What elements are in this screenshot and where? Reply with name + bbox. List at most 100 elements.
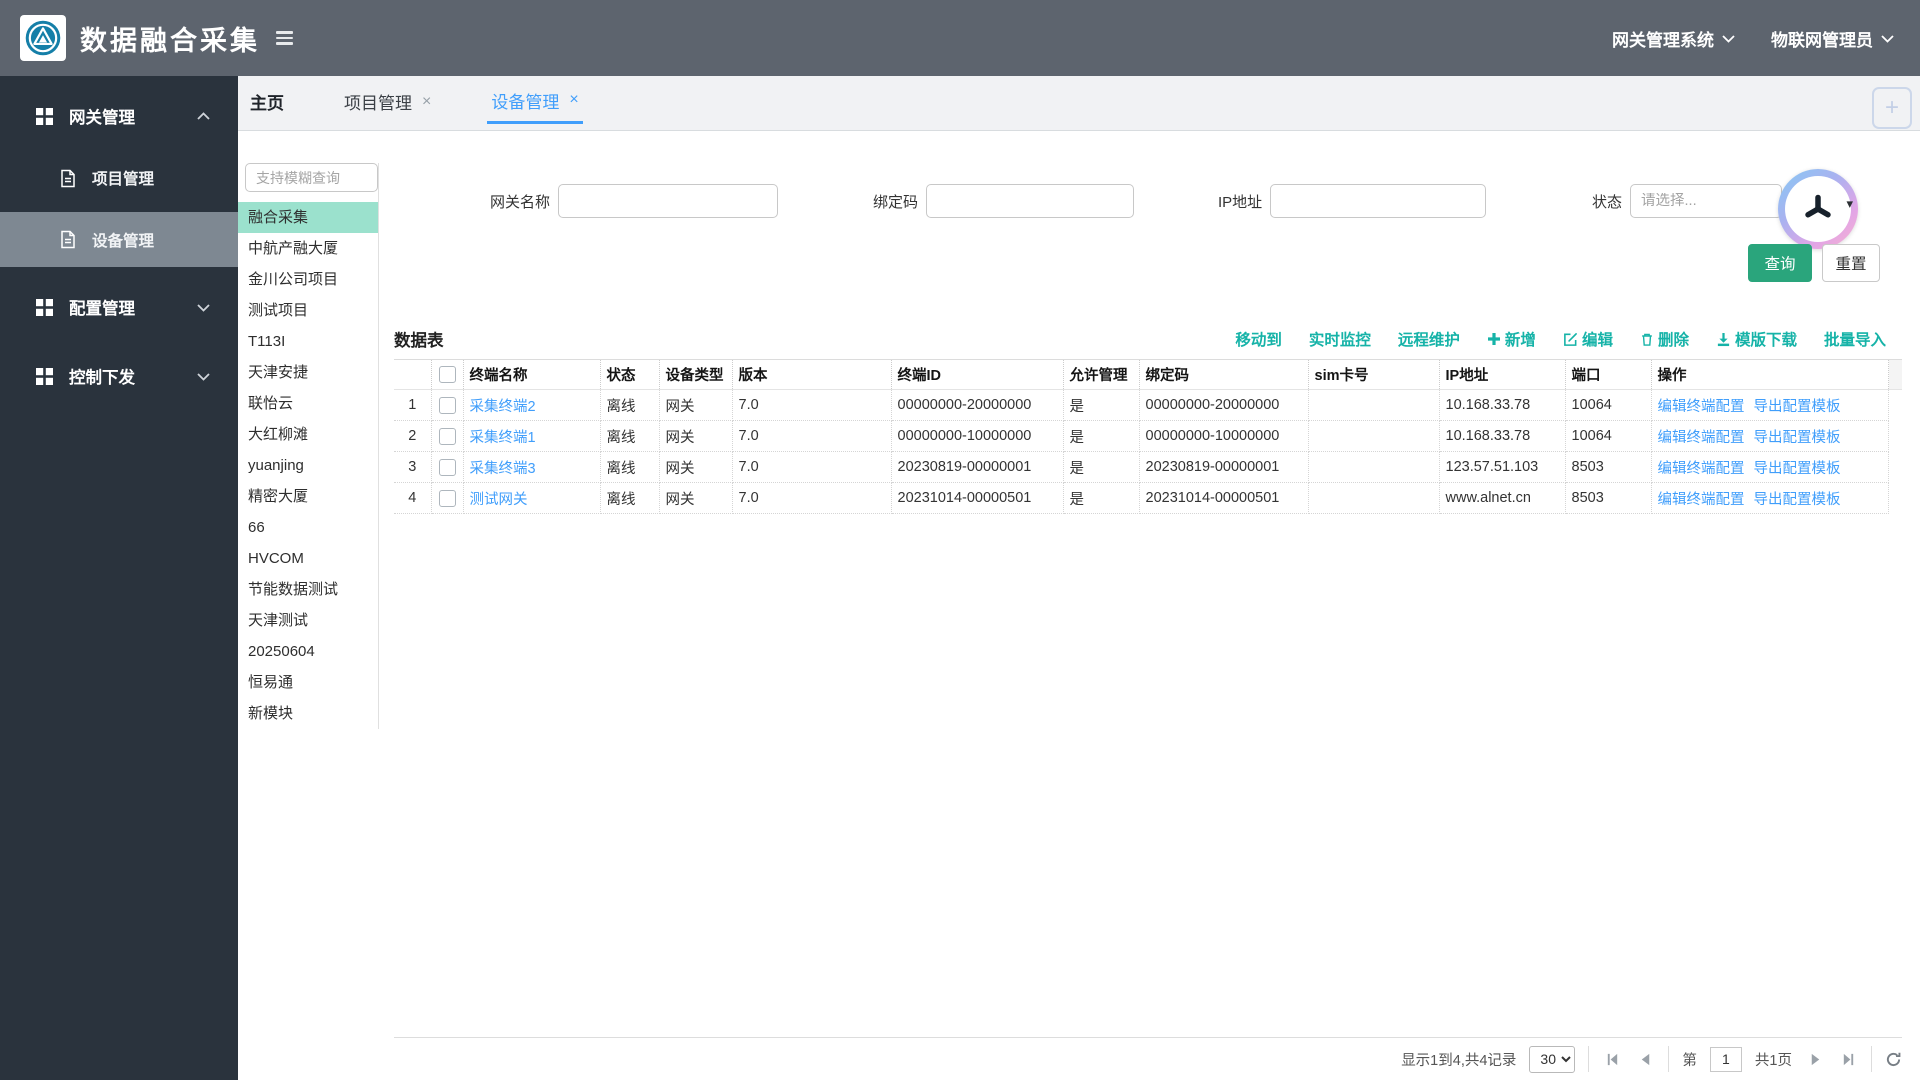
row-checkbox[interactable] — [438, 458, 456, 476]
project-list-item[interactable]: 20250604 — [238, 636, 378, 667]
cell-name: 采集终端1 — [463, 420, 601, 452]
tab-bar: 主页 项目管理 × 设备管理 × + — [238, 76, 1920, 131]
terminal-name-link[interactable]: 采集终端3 — [470, 461, 536, 477]
grid-toolbar: 移动到 实时监控 远程维护 新增 编辑 删除 模版下载 批量导入 — [1235, 328, 1886, 350]
sidebar-item-project-mgmt[interactable]: 项目管理 — [0, 158, 238, 198]
terminal-name-link[interactable]: 采集终端1 — [470, 430, 536, 446]
sidebar-item-gateway-mgmt[interactable]: 网关管理 — [0, 94, 238, 138]
bind-code-input[interactable] — [926, 184, 1135, 218]
project-list-item[interactable]: 新模块 — [238, 698, 378, 729]
page-number-input[interactable] — [1709, 1046, 1742, 1072]
export-config-template-link[interactable]: 导出配置模板 — [1754, 492, 1841, 508]
add-tab-button[interactable]: + — [1872, 87, 1912, 129]
extension-widget[interactable]: ▾ — [1778, 169, 1858, 249]
project-list-item[interactable]: 节能数据测试 — [238, 574, 378, 605]
page-size-select[interactable]: 30 — [1529, 1045, 1576, 1073]
grid-toolbar-button[interactable]: 远程维护 — [1398, 328, 1460, 350]
chevron-down-icon: ▾ — [1846, 196, 1853, 211]
project-list-item[interactable]: HVCOM — [238, 543, 378, 574]
grid-toolbar-button[interactable]: 编辑 — [1563, 328, 1613, 350]
project-search-input[interactable] — [245, 163, 378, 192]
status-select[interactable]: 请选择... — [1630, 184, 1783, 218]
edit-terminal-config-link[interactable]: 编辑终端配置 — [1658, 461, 1745, 477]
cell-num: 3 — [394, 451, 432, 483]
next-page-button[interactable] — [1805, 1046, 1825, 1072]
grid-toolbar-button[interactable]: 删除 — [1640, 328, 1689, 350]
trash-icon — [1642, 333, 1652, 346]
cell-actions: 编辑终端配置 导出配置模板 — [1651, 482, 1889, 514]
export-config-template-link[interactable]: 导出配置模板 — [1754, 430, 1841, 446]
user-dropdown[interactable]: 物联网管理员 — [1771, 26, 1894, 51]
project-list-item[interactable]: 测试项目 — [238, 295, 378, 326]
cell-ip: www.alnet.cn — [1439, 482, 1566, 514]
data-table: 终端名称 状态 设备类型 版本 终端ID 允许管理 绑定码 sim卡号 IP地址 端口 操作 1 采集终… — [394, 359, 1902, 514]
grid-toolbar-button[interactable]: 实时监控 — [1309, 328, 1371, 350]
grid-toolbar-button[interactable]: 移动到 — [1235, 328, 1282, 350]
select-all-checkbox[interactable] — [438, 366, 456, 383]
sidebar-item-control-dispatch[interactable]: 控制下发 — [0, 354, 238, 398]
status-label: 状态 — [1592, 193, 1623, 211]
cell-terminal_id: 20230819-00000001 — [891, 451, 1064, 483]
sidebar-item-config-mgmt[interactable]: 配置管理 — [0, 285, 238, 329]
prev-page-button[interactable] — [1635, 1046, 1655, 1072]
tab-device-mgmt[interactable]: 设备管理 × — [487, 79, 583, 124]
row-filler — [1888, 390, 1902, 421]
project-list-item[interactable]: 66 — [238, 512, 378, 543]
column-header-ip: IP地址 — [1439, 359, 1566, 390]
filter-bind-code: 绑定码 — [873, 184, 1135, 218]
cell-ip: 10.168.33.78 — [1439, 420, 1566, 452]
divider — [1668, 1046, 1670, 1072]
close-icon[interactable]: × — [569, 92, 578, 108]
edit-terminal-config-link[interactable]: 编辑终端配置 — [1658, 430, 1745, 446]
project-list-item[interactable]: 天津安捷 — [238, 357, 378, 388]
row-checkbox[interactable] — [438, 427, 456, 445]
menu-toggle-icon[interactable] — [276, 31, 293, 45]
tab-project-mgmt[interactable]: 项目管理 × — [340, 79, 435, 124]
chevron-down-icon — [197, 372, 210, 381]
cell-actions: 编辑终端配置 导出配置模板 — [1651, 420, 1889, 452]
system-dropdown[interactable]: 网关管理系统 — [1612, 26, 1735, 51]
column-header-status: 状态 — [600, 359, 660, 390]
edit-terminal-config-link[interactable]: 编辑终端配置 — [1658, 492, 1745, 508]
export-config-template-link[interactable]: 导出配置模板 — [1754, 399, 1841, 415]
project-list-item[interactable]: 大红柳滩 — [238, 419, 378, 450]
project-list-item[interactable]: 天津测试 — [238, 605, 378, 636]
project-list-item[interactable]: T113I — [238, 326, 378, 357]
grid-icon — [36, 367, 53, 385]
sidebar-item-device-mgmt[interactable]: 设备管理 — [0, 212, 238, 267]
row-checkbox[interactable] — [438, 396, 456, 414]
ip-input[interactable] — [1270, 184, 1487, 218]
project-list-item[interactable]: 中航产融大厦 — [238, 233, 378, 264]
terminal-name-link[interactable]: 测试网关 — [470, 492, 528, 508]
cell-name: 采集终端3 — [463, 451, 601, 483]
grid-toolbar-button[interactable]: 新增 — [1487, 328, 1536, 350]
grid-toolbar-button[interactable]: 批量导入 — [1824, 328, 1886, 350]
row-checkbox[interactable] — [438, 489, 456, 507]
cell-version: 7.0 — [732, 451, 892, 483]
close-icon[interactable]: × — [422, 93, 431, 110]
page-total: 共1页 — [1754, 1052, 1792, 1069]
reset-button[interactable]: 重置 — [1822, 244, 1880, 282]
edit-terminal-config-link[interactable]: 编辑终端配置 — [1658, 399, 1745, 415]
cell-sim — [1308, 451, 1440, 483]
project-list-item[interactable]: 融合采集 — [238, 202, 378, 233]
cell-num: 4 — [394, 482, 432, 514]
column-header-port: 端口 — [1565, 359, 1652, 390]
cell-type: 网关 — [659, 420, 733, 452]
refresh-button[interactable] — [1885, 1051, 1902, 1068]
last-page-button[interactable] — [1838, 1046, 1858, 1072]
first-page-button[interactable] — [1602, 1046, 1622, 1072]
cell-type: 网关 — [659, 451, 733, 483]
query-button[interactable]: 查询 — [1748, 244, 1812, 282]
gateway-name-input[interactable] — [558, 184, 779, 218]
project-list-item[interactable]: yuanjing — [238, 450, 378, 481]
tab-home[interactable]: 主页 — [246, 79, 288, 124]
grid-toolbar-button[interactable]: 模版下载 — [1716, 328, 1797, 350]
project-list-item[interactable]: 恒易通 — [238, 667, 378, 698]
cell-port: 8503 — [1565, 482, 1652, 514]
project-list-item[interactable]: 精密大厦 — [238, 481, 378, 512]
project-list-item[interactable]: 联怡云 — [238, 388, 378, 419]
terminal-name-link[interactable]: 采集终端2 — [470, 399, 536, 415]
project-list-item[interactable]: 金川公司项目 — [238, 264, 378, 295]
export-config-template-link[interactable]: 导出配置模板 — [1754, 461, 1841, 477]
